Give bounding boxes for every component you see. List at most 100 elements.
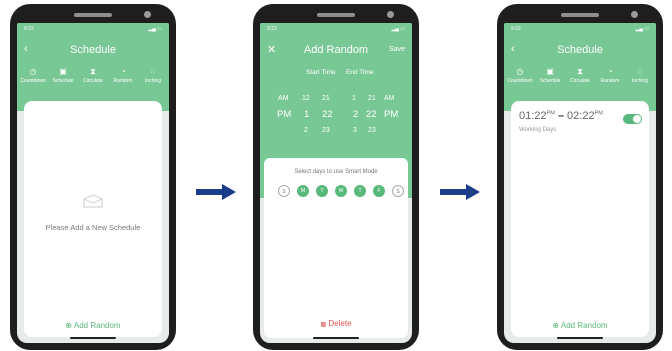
picker-ampm: PM: [277, 109, 292, 120]
tab-label: Circulate: [570, 78, 590, 84]
tab-label: Inching: [631, 78, 649, 84]
day-monday[interactable]: M: [297, 185, 309, 197]
tab-circulate[interactable]: ⧗ Circulate: [77, 67, 109, 85]
tab-label: Random: [600, 78, 620, 84]
tab-random[interactable]: ◔ Random: [594, 67, 626, 85]
phone-schedule-list: 9:22 ▂▄ ▭ ‹ Schedule ◷ Countdown ▣ Sched…: [497, 4, 663, 350]
phone-speaker: [74, 13, 112, 17]
signal-icon: ▂▄: [148, 26, 156, 32]
tab-label: Schedule: [52, 78, 74, 84]
tab-schedule[interactable]: ▣ Schedule: [47, 67, 79, 85]
picker-minute: 22: [366, 109, 377, 120]
tab-circulate[interactable]: ⧗ Circulate: [564, 67, 596, 85]
home-indicator: [557, 337, 603, 339]
end-time: 02:22: [567, 110, 595, 122]
add-random-label: Add Random: [560, 321, 608, 330]
phone-speaker: [317, 13, 355, 17]
day-thursday[interactable]: T: [354, 185, 366, 197]
picker-ampm: PM: [384, 109, 399, 120]
start-time: 01:22: [519, 110, 547, 122]
schedule-list-card: 01:22PM – 02:22PM Working Days ⊕ Add Ran…: [511, 101, 649, 337]
picker-row-below: 2 23 3 23: [260, 127, 412, 139]
status-bar: 9:22 ▂▄ ▭: [511, 26, 649, 34]
picker-minute: 23: [322, 127, 330, 134]
timer-icon: ◔: [120, 67, 126, 76]
clock-icon: ◷: [29, 67, 37, 76]
phone-speaker: [561, 13, 599, 17]
tab-label: Inching: [144, 78, 162, 84]
schedule-time-range: 01:22PM – 02:22PM: [519, 110, 603, 122]
tab-label: Countdown: [507, 78, 533, 84]
picker-ampm: AM: [384, 95, 395, 102]
empty-box-icon: [82, 193, 104, 209]
calendar-icon: ▣: [546, 67, 554, 76]
status-time: 9:22: [511, 26, 521, 32]
picker-hour: 2: [304, 127, 308, 134]
tab-inching[interactable]: ◌ Inching: [624, 67, 656, 85]
tab-label: Countdown: [20, 78, 46, 84]
battery-icon: ▭: [644, 26, 649, 32]
add-random-button[interactable]: ⊕ Add Random: [24, 321, 162, 330]
hourglass-icon: ⧗: [90, 67, 96, 76]
tab-inching[interactable]: ◌ Inching: [137, 67, 169, 85]
time-picker[interactable]: AM 12 21 1 21 AM PM 1 22 2 22 PM 2 23 3: [260, 89, 412, 147]
end-ampm: PM: [594, 110, 603, 117]
page-title: Schedule: [557, 44, 603, 56]
page-title: Schedule: [70, 44, 116, 56]
trash-icon: ▩: [320, 322, 327, 328]
delete-button[interactable]: ▩ Delete: [264, 319, 408, 328]
status-bar: 9:22 ▂▄ ▭: [24, 26, 162, 34]
status-time: 9:22: [267, 26, 277, 32]
picker-minute: 21: [368, 95, 376, 102]
add-circle-icon: ⊕: [65, 321, 73, 330]
clock-icon: ◷: [516, 67, 524, 76]
toggle-knob: [633, 115, 641, 123]
picker-row-selected: PM 1 22 2 22 PM: [260, 109, 412, 123]
status-icons: ▂▄ ▭: [148, 26, 162, 32]
tab-countdown[interactable]: ◷ Countdown: [504, 67, 536, 85]
picker-minute: 21: [322, 95, 330, 102]
picker-ampm: AM: [278, 95, 289, 102]
signal-icon: ▂▄: [391, 26, 399, 32]
picker-hour: 1: [352, 95, 356, 102]
hourglass-icon: ⧗: [577, 67, 583, 76]
nav-bar: ‹ Schedule: [17, 40, 169, 60]
schedule-entry[interactable]: 01:22PM – 02:22PM Working Days: [511, 101, 649, 141]
day-saturday[interactable]: S: [392, 185, 404, 197]
tab-countdown[interactable]: ◷ Countdown: [17, 67, 49, 85]
day-tuesday[interactable]: T: [316, 185, 328, 197]
delete-label: Delete: [328, 319, 352, 328]
time-dash: –: [557, 110, 564, 122]
picker-hour: 2: [353, 109, 359, 120]
screen-schedule-list: 9:22 ▂▄ ▭ ‹ Schedule ◷ Countdown ▣ Sched…: [504, 23, 656, 343]
battery-icon: ▭: [157, 26, 162, 32]
phone-camera: [387, 11, 394, 18]
nav-bar: ‹ Schedule: [504, 40, 656, 60]
days-prompt: Select days to use Smart Mode: [294, 169, 378, 175]
tab-label: Schedule: [539, 78, 561, 84]
tab-schedule[interactable]: ▣ Schedule: [534, 67, 566, 85]
signal-icon: ▂▄: [635, 26, 643, 32]
screen-schedule-empty: 9:22 ▂▄ ▭ ‹ Schedule ◷ Countdown ▣ Sched…: [17, 23, 169, 343]
picker-hour: 1: [304, 109, 310, 120]
day-wednesday[interactable]: W: [335, 185, 347, 197]
mode-tabs: ◷ Countdown ▣ Schedule ⧗ Circulate ◔ Ran…: [504, 67, 656, 97]
timer-icon: ◔: [607, 67, 613, 76]
nav-bar: ✕ Add Random Save: [260, 40, 412, 60]
end-time-label: End Time: [346, 69, 374, 76]
schedule-toggle[interactable]: [623, 114, 642, 124]
add-circle-icon: ⊕: [552, 321, 560, 330]
day-friday[interactable]: F: [373, 185, 385, 197]
calendar-icon: ▣: [59, 67, 67, 76]
pin-icon: ◌: [150, 67, 156, 76]
save-button[interactable]: Save: [389, 46, 405, 53]
day-sunday[interactable]: S: [278, 185, 290, 197]
screen-add-random: 9:22 ▂▄ ▭ ✕ Add Random Save Start Time E…: [260, 23, 412, 343]
days-sheet: Select days to use Smart Mode S M T W T …: [264, 158, 408, 338]
pin-icon: ◌: [637, 67, 643, 76]
tab-random[interactable]: ◔ Random: [107, 67, 139, 85]
flow-arrow-icon: [196, 184, 236, 200]
picker-hour: 12: [302, 95, 310, 102]
picker-minute: 22: [322, 109, 333, 120]
add-random-button[interactable]: ⊕ Add Random: [511, 321, 649, 330]
